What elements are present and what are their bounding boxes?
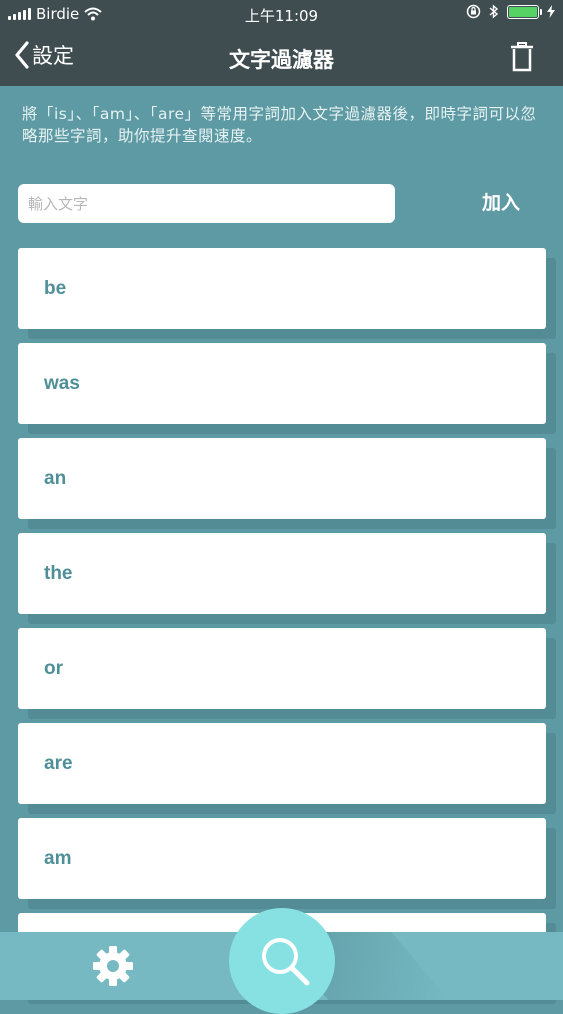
filter-word-label: are xyxy=(44,753,73,774)
status-bar: Birdie 上午11:09 xyxy=(0,0,563,30)
filter-word-label: or xyxy=(44,658,63,679)
page-title: 文字過濾器 xyxy=(229,48,334,72)
navigation-bar: 設定 文字過濾器 xyxy=(0,30,563,86)
filter-word-label: was xyxy=(44,373,80,394)
search-icon xyxy=(262,938,310,986)
filter-word-item[interactable]: am xyxy=(18,818,546,899)
filter-word-item[interactable]: or xyxy=(18,628,546,709)
word-input[interactable] xyxy=(18,184,395,223)
trash-icon xyxy=(511,42,533,72)
filter-word-label: an xyxy=(44,468,67,489)
chevron-left-icon xyxy=(15,41,29,69)
bluetooth-icon xyxy=(489,4,499,19)
filter-word-item[interactable]: was xyxy=(18,343,546,424)
filter-word-item[interactable]: the xyxy=(18,533,546,614)
add-button[interactable]: 加入 xyxy=(460,184,542,223)
filter-word-label: the xyxy=(44,563,73,584)
filter-word-item[interactable]: are xyxy=(18,723,546,804)
word-input-container xyxy=(18,184,395,223)
delete-button[interactable] xyxy=(511,42,533,76)
filter-description: 將「is」、「am」、「are」等常用字詞加入文字過濾器後，即時字詞可以忽略那些… xyxy=(22,105,537,145)
back-button[interactable]: 設定 xyxy=(14,40,74,70)
battery-level xyxy=(509,6,537,17)
filter-word-label: am xyxy=(44,848,72,869)
charging-bolt-icon xyxy=(547,5,555,18)
back-label: 設定 xyxy=(32,44,74,68)
top-bar: Birdie 上午11:09 設定 文字過濾器 xyxy=(0,0,563,86)
filter-word-label: be xyxy=(44,278,67,299)
orientation-lock-icon xyxy=(466,4,481,19)
settings-button[interactable] xyxy=(92,945,134,991)
status-right xyxy=(466,4,555,19)
filter-word-list: be was an the or are am xyxy=(18,248,546,1008)
filter-word-item[interactable]: an xyxy=(18,438,546,519)
search-button[interactable] xyxy=(229,908,335,1014)
battery-icon xyxy=(507,4,542,19)
gear-icon xyxy=(93,946,133,986)
filter-word-item[interactable]: be xyxy=(18,248,546,329)
